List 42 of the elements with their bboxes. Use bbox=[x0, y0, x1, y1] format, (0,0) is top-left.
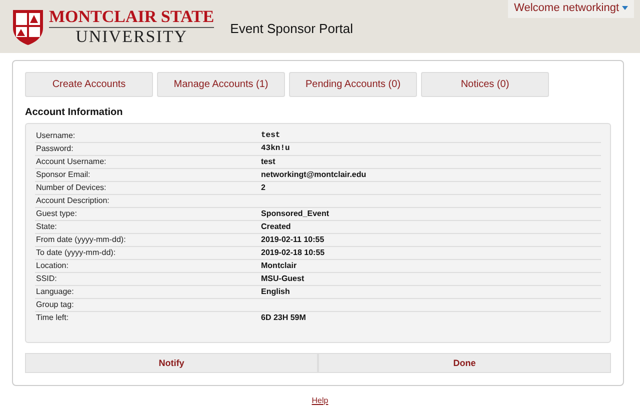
field-value: 2019-02-18 10:55 bbox=[261, 248, 325, 258]
field-value: Sponsored_Event bbox=[261, 209, 330, 219]
action-button[interactable]: Notify bbox=[25, 353, 318, 373]
field-label: Password: bbox=[36, 144, 74, 154]
logo-subtitle: UNIVERSITY bbox=[76, 28, 188, 46]
action-button[interactable]: Done bbox=[318, 353, 611, 373]
portal-title: Event Sponsor Portal bbox=[230, 21, 354, 36]
nav-tab[interactable]: Notices (0) bbox=[421, 72, 549, 97]
nav-tab[interactable]: Pending Accounts (0) bbox=[289, 72, 417, 97]
logo-wordmark: MONTCLAIR STATE bbox=[49, 7, 214, 28]
field-label: Account Description: bbox=[36, 196, 110, 206]
field-value: test bbox=[261, 131, 280, 141]
field-value: 6D 23H 59M bbox=[261, 313, 306, 323]
field-label: Sponsor Email: bbox=[36, 170, 92, 180]
field-value: MSU-Guest bbox=[261, 274, 304, 284]
field-value: test bbox=[261, 157, 276, 167]
help-link[interactable]: Help bbox=[312, 396, 328, 405]
field-label: Account Username: bbox=[36, 157, 108, 167]
field-value: 43kn!u bbox=[261, 144, 290, 154]
field-label: Time left: bbox=[36, 313, 70, 323]
field-label: Username: bbox=[36, 131, 76, 141]
field-label: Location: bbox=[36, 261, 70, 271]
nav-tab[interactable]: Create Accounts bbox=[25, 72, 153, 97]
user-menu[interactable]: Welcome networkingt bbox=[508, 0, 634, 18]
field-label: State: bbox=[36, 222, 58, 232]
field-value: networkingt@montclair.edu bbox=[261, 170, 366, 180]
field-label: SSID: bbox=[36, 274, 58, 284]
field-label: Group tag: bbox=[36, 300, 75, 310]
field-label: Guest type: bbox=[36, 209, 78, 219]
field-value: English bbox=[261, 287, 290, 297]
field-value: 2 bbox=[261, 183, 266, 193]
caret-icon bbox=[622, 6, 628, 10]
field-label: Language: bbox=[36, 287, 75, 297]
field-value: 2019-02-11 10:55 bbox=[261, 235, 324, 245]
field-label: Number of Devices: bbox=[36, 183, 108, 193]
field-value: Montclair bbox=[261, 261, 297, 271]
field-label: From date (yyyy-mm-dd): bbox=[36, 235, 127, 245]
field-label: To date (yyyy-mm-dd): bbox=[36, 248, 117, 258]
section-title: Account Information bbox=[25, 107, 124, 118]
shield-logo-icon bbox=[12, 8, 44, 46]
field-value: Created bbox=[261, 222, 291, 232]
nav-tab[interactable]: Manage Accounts (1) bbox=[157, 72, 285, 97]
